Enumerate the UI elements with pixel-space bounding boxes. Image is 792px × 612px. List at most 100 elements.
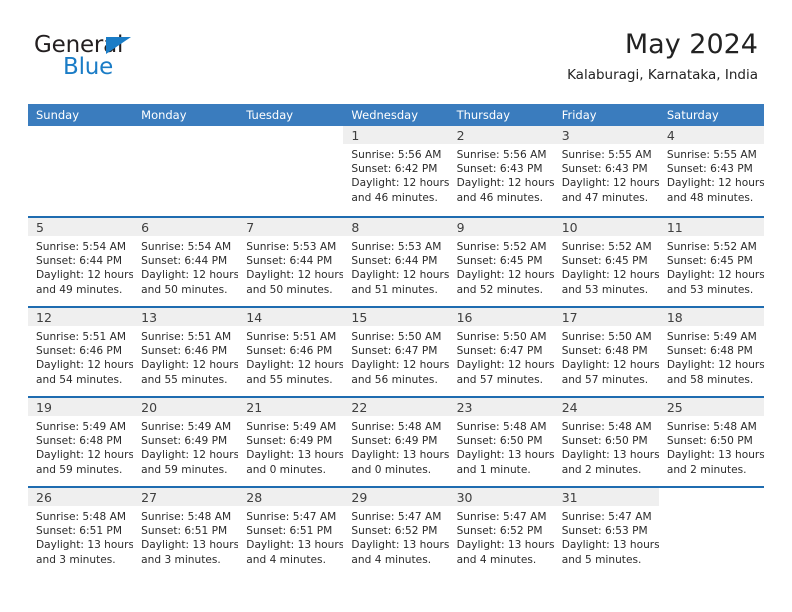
daylight-text-line1: Daylight: 13 hours	[351, 449, 449, 462]
day-cell[interactable]: 27 Sunrise: 5:48 AM Sunset: 6:51 PM Dayligh…	[133, 488, 239, 576]
day-details: Sunrise: 5:53 AM Sunset: 6:44 PM Daylight:…	[238, 236, 343, 297]
sunset-text: Sunset: 6:48 PM	[561, 345, 648, 358]
day-details: Sunrise: 5:47 AM Sunset: 6:52 PM Daylight:…	[449, 506, 554, 567]
daylight-text-line1: Daylight: 12 hours	[141, 449, 239, 462]
day-cell[interactable]: 2 Sunrise: 5:56 AM Sunset: 6:43 PM Daylight…	[448, 126, 554, 216]
weekday-header-sunday: Sunday	[36, 108, 80, 122]
daylight-text-line2: and 46 minutes.	[456, 191, 543, 204]
sunrise-text: Sunrise: 5:49 AM	[36, 421, 126, 433]
sunrise-text: Sunrise: 5:50 AM	[351, 331, 442, 343]
day-cell[interactable]: 9 Sunrise: 5:52 AM Sunset: 6:45 PM Daylight…	[448, 218, 554, 306]
daylight-text-line1: Daylight: 12 hours	[666, 269, 764, 282]
sunrise-text: Sunrise: 5:55 AM	[561, 149, 652, 161]
day-cell[interactable]: 31 Sunrise: 5:47 AM Sunset: 6:53 PM Dayligh…	[553, 488, 659, 576]
sunrise-text: Sunrise: 5:54 AM	[141, 241, 232, 253]
daylight-text-line1: Daylight: 12 hours	[456, 359, 554, 372]
sunrise-text: Sunrise: 5:48 AM	[141, 511, 232, 523]
day-cell[interactable]: 26 Sunrise: 5:48 AM Sunset: 6:51 PM Dayligh…	[28, 488, 134, 576]
day-details: Sunrise: 5:47 AM Sunset: 6:53 PM Daylight:…	[554, 506, 659, 567]
page-subtitle: Kalaburagi, Karnataka, India	[567, 67, 758, 83]
daylight-text-line2: and 3 minutes.	[141, 553, 221, 566]
day-cell[interactable]: 21 Sunrise: 5:49 AM Sunset: 6:49 PM Dayligh…	[238, 398, 344, 486]
day-cell-empty	[133, 126, 238, 216]
day-cell[interactable]: 11 Sunrise: 5:52 AM Sunset: 6:45 PM Dayligh…	[658, 218, 764, 306]
day-cell[interactable]: 10 Sunrise: 5:52 AM Sunset: 6:45 PM Dayligh…	[553, 218, 659, 306]
day-cell[interactable]: 18 Sunrise: 5:49 AM Sunset: 6:48 PM Dayligh…	[658, 308, 764, 396]
daylight-text-line2: and 5 minutes.	[561, 553, 642, 566]
daylight-text-line2: and 50 minutes.	[246, 283, 333, 296]
day-cell[interactable]: 23 Sunrise: 5:48 AM Sunset: 6:50 PM Dayligh…	[448, 398, 554, 486]
daylight-text-line2: and 53 minutes.	[666, 283, 754, 296]
calendar-week-row: 19 Sunrise: 5:49 AM Sunset: 6:48 PM Dayligh…	[28, 396, 764, 486]
page-header: General Blue May 2024 Kalaburagi, Karnat…	[34, 28, 758, 90]
sunset-text: Sunset: 6:44 PM	[351, 255, 438, 268]
day-number-band	[133, 126, 238, 144]
brand-logo[interactable]: General Blue	[34, 34, 234, 86]
day-cell[interactable]: 5 Sunrise: 5:54 AM Sunset: 6:44 PM Daylight…	[28, 218, 134, 306]
day-number: 24	[561, 400, 578, 415]
day-cell[interactable]: 4 Sunrise: 5:55 AM Sunset: 6:43 PM Daylight…	[658, 126, 764, 216]
calendar-grid: Sunday Monday Tuesday Wednesday Thursday Frid…	[28, 104, 764, 576]
daylight-text-line1: Daylight: 12 hours	[351, 177, 449, 190]
daylight-text-line1: Daylight: 12 hours	[456, 177, 554, 190]
sunset-text: Sunset: 6:44 PM	[141, 255, 228, 268]
day-details: Sunrise: 5:49 AM Sunset: 6:48 PM Daylight:…	[659, 326, 764, 387]
sunset-text: Sunset: 6:49 PM	[351, 435, 438, 448]
day-details: Sunrise: 5:54 AM Sunset: 6:44 PM Daylight:…	[28, 236, 133, 297]
day-cell[interactable]: 6 Sunrise: 5:54 AM Sunset: 6:44 PM Daylight…	[133, 218, 239, 306]
day-number: 21	[246, 400, 263, 415]
daylight-text-line1: Daylight: 12 hours	[456, 269, 554, 282]
day-cell[interactable]: 30 Sunrise: 5:47 AM Sunset: 6:52 PM Dayligh…	[448, 488, 554, 576]
day-cell[interactable]: 1 Sunrise: 5:56 AM Sunset: 6:42 PM Daylight…	[343, 126, 449, 216]
day-cell[interactable]: 7 Sunrise: 5:53 AM Sunset: 6:44 PM Daylight…	[238, 218, 344, 306]
day-cell[interactable]: 24 Sunrise: 5:48 AM Sunset: 6:50 PM Dayligh…	[553, 398, 659, 486]
day-number: 16	[456, 310, 473, 325]
daylight-text-line1: Daylight: 13 hours	[246, 539, 344, 552]
day-cell[interactable]: 20 Sunrise: 5:49 AM Sunset: 6:49 PM Dayligh…	[133, 398, 239, 486]
day-number: 29	[351, 490, 368, 505]
day-number: 9	[456, 220, 465, 235]
day-cell[interactable]: 17 Sunrise: 5:50 AM Sunset: 6:48 PM Dayligh…	[553, 308, 659, 396]
day-cell[interactable]: 19 Sunrise: 5:49 AM Sunset: 6:48 PM Dayligh…	[28, 398, 134, 486]
day-cell[interactable]: 8 Sunrise: 5:53 AM Sunset: 6:44 PM Daylight…	[343, 218, 449, 306]
day-cell[interactable]: 29 Sunrise: 5:47 AM Sunset: 6:52 PM Dayligh…	[343, 488, 449, 576]
sunset-text: Sunset: 6:50 PM	[456, 435, 543, 448]
day-cell[interactable]: 16 Sunrise: 5:50 AM Sunset: 6:47 PM Dayligh…	[448, 308, 554, 396]
day-number: 17	[561, 310, 578, 325]
day-cell[interactable]: 14 Sunrise: 5:51 AM Sunset: 6:46 PM Dayligh…	[238, 308, 344, 396]
day-cell[interactable]: 12 Sunrise: 5:51 AM Sunset: 6:46 PM Dayligh…	[28, 308, 134, 396]
sunrise-text: Sunrise: 5:53 AM	[246, 241, 337, 253]
daylight-text-line2: and 56 minutes.	[351, 373, 438, 386]
day-cell[interactable]: 13 Sunrise: 5:51 AM Sunset: 6:46 PM Dayligh…	[133, 308, 239, 396]
sunset-text: Sunset: 6:50 PM	[666, 435, 753, 448]
sunset-text: Sunset: 6:47 PM	[351, 345, 438, 358]
sunrise-text: Sunrise: 5:48 AM	[36, 511, 126, 523]
day-cell[interactable]: 3 Sunrise: 5:55 AM Sunset: 6:43 PM Daylight…	[553, 126, 659, 216]
daylight-text-line1: Daylight: 13 hours	[141, 539, 239, 552]
day-details: Sunrise: 5:50 AM Sunset: 6:48 PM Daylight:…	[554, 326, 659, 387]
day-number: 31	[561, 490, 578, 505]
sunrise-text: Sunrise: 5:55 AM	[666, 149, 757, 161]
sunset-text: Sunset: 6:46 PM	[141, 345, 228, 358]
day-cell-empty	[238, 126, 343, 216]
day-cell[interactable]: 28 Sunrise: 5:47 AM Sunset: 6:51 PM Dayligh…	[238, 488, 344, 576]
sunrise-text: Sunrise: 5:56 AM	[351, 149, 442, 161]
sunset-text: Sunset: 6:42 PM	[351, 163, 438, 176]
calendar-week-row: 12 Sunrise: 5:51 AM Sunset: 6:46 PM Dayligh…	[28, 306, 764, 396]
day-details: Sunrise: 5:52 AM Sunset: 6:45 PM Daylight:…	[659, 236, 764, 297]
sunrise-text: Sunrise: 5:53 AM	[351, 241, 442, 253]
sunset-text: Sunset: 6:53 PM	[561, 525, 648, 538]
sunset-text: Sunset: 6:51 PM	[141, 525, 228, 538]
sunset-text: Sunset: 6:43 PM	[561, 163, 648, 176]
daylight-text-line1: Daylight: 13 hours	[561, 539, 659, 552]
sunset-text: Sunset: 6:47 PM	[456, 345, 543, 358]
day-cell[interactable]: 22 Sunrise: 5:48 AM Sunset: 6:49 PM Dayligh…	[343, 398, 449, 486]
day-number: 11	[666, 220, 683, 235]
day-cell[interactable]: 15 Sunrise: 5:50 AM Sunset: 6:47 PM Dayligh…	[343, 308, 449, 396]
day-cell[interactable]: 25 Sunrise: 5:48 AM Sunset: 6:50 PM Dayligh…	[658, 398, 764, 486]
sunset-text: Sunset: 6:45 PM	[456, 255, 543, 268]
daylight-text-line2: and 0 minutes.	[351, 463, 432, 476]
sunset-text: Sunset: 6:50 PM	[561, 435, 648, 448]
day-number: 13	[141, 310, 158, 325]
day-number-band	[659, 488, 764, 506]
